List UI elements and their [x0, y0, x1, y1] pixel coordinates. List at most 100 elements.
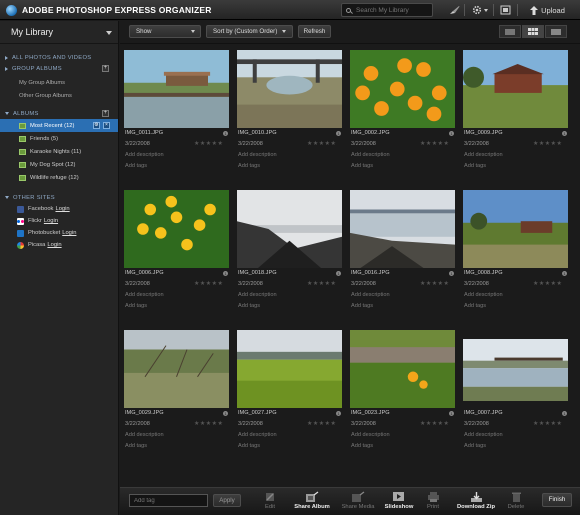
add-description-link[interactable]: Add description: [351, 292, 390, 298]
photo-thumbnail[interactable]: [463, 50, 568, 128]
sidebar-item-flickr[interactable]: Flickr Login: [0, 215, 118, 227]
comment-icon[interactable]: 1: [336, 131, 341, 136]
photo-thumbnail[interactable]: [463, 190, 568, 268]
share-album-button[interactable]: Share Album: [290, 489, 334, 515]
add-tags-link[interactable]: Add tags: [238, 163, 260, 169]
list-view-button[interactable]: [499, 25, 521, 38]
add-description-link[interactable]: Add description: [464, 432, 503, 438]
search-box[interactable]: [341, 3, 433, 17]
sidebar-item-friends[interactable]: Friends (5): [0, 132, 118, 145]
sidebar-item-photobucket[interactable]: Photobucket Login: [0, 227, 118, 239]
finish-button[interactable]: Finish: [542, 493, 572, 507]
add-description-link[interactable]: Add description: [351, 432, 390, 438]
add-description-link[interactable]: Add description: [464, 152, 503, 158]
star-rating[interactable]: ★★★★★: [194, 280, 223, 287]
photo-thumbnail[interactable]: [463, 339, 568, 401]
add-group-album-icon[interactable]: +: [102, 65, 109, 72]
sidebar-item-most-recent[interactable]: Most Recent (12) ⚙ ×: [0, 119, 118, 132]
group-albums-header[interactable]: GROUP ALBUMS +: [0, 63, 118, 74]
photo-tile[interactable]: IMG_0007.JPG 1 3/22/2008 ★★★★★ Add descripti…: [463, 330, 568, 460]
photobucket-login-link[interactable]: Login: [62, 230, 76, 236]
comment-icon[interactable]: 1: [449, 271, 454, 276]
chevron-down-icon[interactable]: [106, 31, 112, 35]
facebook-login-link[interactable]: Login: [55, 206, 69, 212]
star-rating[interactable]: ★★★★★: [307, 140, 336, 147]
photo-thumbnail[interactable]: [350, 50, 455, 128]
picasa-login-link[interactable]: Login: [47, 242, 61, 248]
add-tags-link[interactable]: Add tags: [351, 303, 373, 309]
comment-icon[interactable]: 1: [336, 271, 341, 276]
photo-tile[interactable]: IMG_0006.JPG 1 3/22/2008 ★★★★★ Add descripti…: [124, 190, 229, 320]
comment-icon[interactable]: 1: [562, 131, 567, 136]
add-description-link[interactable]: Add description: [351, 152, 390, 158]
sidebar-item-karaoke-nights[interactable]: Karaoke Nights (11): [0, 145, 118, 158]
comment-icon[interactable]: 1: [449, 131, 454, 136]
star-rating[interactable]: ★★★★★: [533, 420, 562, 427]
photo-tile[interactable]: IMG_0010.JPG 1 3/22/2008 ★★★★★ Add descripti…: [237, 50, 342, 180]
add-tags-link[interactable]: Add tags: [125, 443, 147, 449]
add-tags-link[interactable]: Add tags: [464, 443, 486, 449]
photo-thumbnail[interactable]: [237, 50, 342, 128]
photo-tile[interactable]: IMG_0023.JPG 1 3/22/2008 ★★★★★ Add descripti…: [350, 330, 455, 460]
photo-tile[interactable]: IMG_0002.JPG 1 3/22/2008 ★★★★★ Add descripti…: [350, 50, 455, 180]
photo-thumbnail[interactable]: [350, 330, 455, 408]
star-rating[interactable]: ★★★★★: [533, 280, 562, 287]
photo-thumbnail[interactable]: [350, 190, 455, 268]
photo-thumbnail[interactable]: [237, 330, 342, 408]
photo-tile[interactable]: IMG_0011.JPG 1 3/22/2008 ★★★★★ Add descripti…: [124, 50, 229, 180]
share-media-button[interactable]: Share Media: [336, 489, 380, 515]
album-settings-icon[interactable]: ⚙: [93, 122, 100, 129]
fullscreen-button[interactable]: [497, 3, 513, 17]
star-rating[interactable]: ★★★★★: [420, 280, 449, 287]
all-photos-link[interactable]: ALL PHOTOS AND VIDEOS: [0, 52, 118, 63]
add-description-link[interactable]: Add description: [125, 292, 164, 298]
photo-thumbnail[interactable]: [124, 190, 229, 268]
add-description-link[interactable]: Add description: [238, 292, 277, 298]
add-tags-link[interactable]: Add tags: [238, 303, 260, 309]
flickr-login-link[interactable]: Login: [44, 218, 58, 224]
large-view-button[interactable]: [545, 25, 567, 38]
add-tags-link[interactable]: Add tags: [125, 163, 147, 169]
comment-icon[interactable]: 1: [223, 131, 228, 136]
comment-icon[interactable]: 1: [562, 411, 567, 416]
settings-button[interactable]: [470, 3, 490, 17]
photo-tile[interactable]: IMG_0027.JPG 1 3/22/2008 ★★★★★ Add descripti…: [237, 330, 342, 460]
brush-tool-button[interactable]: [447, 3, 461, 17]
sidebar-item-my-group-albums[interactable]: My Group Albums: [0, 76, 118, 89]
photo-thumbnail[interactable]: [237, 190, 342, 268]
comment-icon[interactable]: 1: [562, 271, 567, 276]
comment-icon[interactable]: 1: [223, 411, 228, 416]
photo-thumbnail[interactable]: [124, 330, 229, 408]
add-tags-link[interactable]: Add tags: [351, 163, 373, 169]
comment-icon[interactable]: 1: [336, 411, 341, 416]
close-icon[interactable]: ×: [103, 122, 110, 129]
print-button[interactable]: Print: [420, 489, 446, 515]
add-description-link[interactable]: Add description: [238, 432, 277, 438]
add-tags-link[interactable]: Add tags: [125, 303, 147, 309]
show-dropdown[interactable]: Show: [129, 25, 201, 38]
sidebar-item-my-dog-spot[interactable]: My Dog Spot (12): [0, 158, 118, 171]
other-sites-header[interactable]: OTHER SITES: [0, 192, 118, 203]
add-description-link[interactable]: Add description: [125, 432, 164, 438]
comment-icon[interactable]: 1: [223, 271, 228, 276]
add-tag-input[interactable]: [129, 494, 208, 507]
photo-tile[interactable]: IMG_0008.JPG 1 3/22/2008 ★★★★★ Add descripti…: [463, 190, 568, 320]
star-rating[interactable]: ★★★★★: [420, 140, 449, 147]
star-rating[interactable]: ★★★★★: [307, 420, 336, 427]
photo-tile[interactable]: IMG_0029.JPG 1 3/22/2008 ★★★★★ Add descripti…: [124, 330, 229, 460]
star-rating[interactable]: ★★★★★: [307, 280, 336, 287]
search-input[interactable]: [356, 6, 432, 14]
comment-icon[interactable]: 1: [449, 411, 454, 416]
photo-tile[interactable]: IMG_0009.JPG 1 3/22/2008 ★★★★★ Add descripti…: [463, 50, 568, 180]
add-description-link[interactable]: Add description: [238, 152, 277, 158]
add-tags-link[interactable]: Add tags: [238, 443, 260, 449]
add-album-icon[interactable]: +: [102, 110, 109, 117]
refresh-button[interactable]: Refresh: [298, 25, 331, 38]
apply-button[interactable]: Apply: [213, 494, 241, 507]
add-description-link[interactable]: Add description: [464, 292, 503, 298]
add-tags-link[interactable]: Add tags: [351, 443, 373, 449]
add-tags-link[interactable]: Add tags: [464, 303, 486, 309]
download-zip-button[interactable]: Download Zip: [453, 489, 499, 515]
add-description-link[interactable]: Add description: [125, 152, 164, 158]
sidebar-item-facebook[interactable]: Facebook Login: [0, 203, 118, 215]
